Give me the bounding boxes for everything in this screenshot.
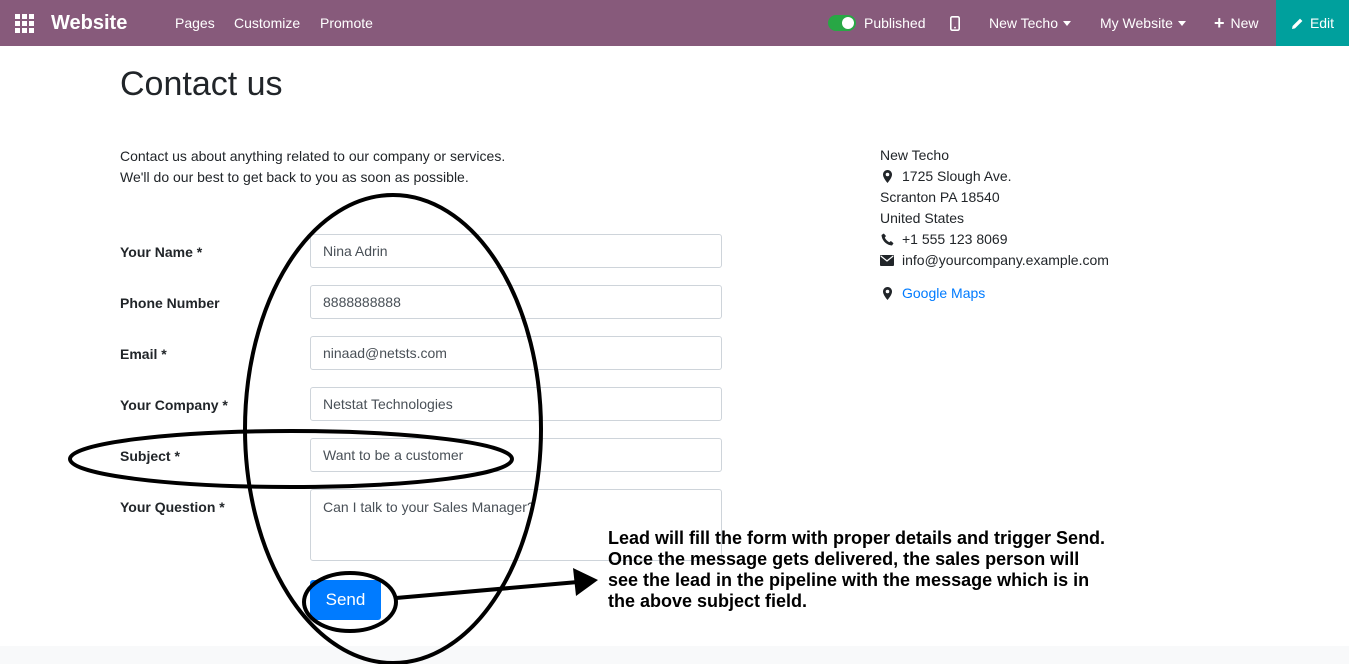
- app-brand[interactable]: Website: [51, 0, 127, 46]
- annotation-arrow-line: [395, 580, 579, 600]
- menu-customize[interactable]: Customize: [234, 0, 300, 46]
- company-switcher[interactable]: New Techo: [989, 0, 1072, 46]
- email-field[interactable]: ninaad@netsts.com: [310, 336, 722, 370]
- annotation-arrowhead: [573, 568, 598, 596]
- subject-label: Subject *: [120, 448, 180, 464]
- intro-line-2: We'll do our best to get back to you as …: [120, 169, 469, 185]
- intro-line-1: Contact us about anything related to our…: [120, 148, 506, 164]
- website-switcher-label: My Website: [1100, 15, 1173, 31]
- company-switcher-label: New Techo: [989, 15, 1059, 31]
- caret-down-icon: [1177, 20, 1186, 26]
- website-navbar: Website Pages Customize Promote Publishe…: [0, 0, 1349, 46]
- subject-field[interactable]: Want to be a customer: [310, 438, 722, 472]
- intro-text: Contact us about anything related to our…: [120, 146, 505, 188]
- footer-strip: [0, 646, 1349, 664]
- toggle-switch-icon[interactable]: [828, 15, 856, 31]
- envelope-icon: [880, 255, 894, 266]
- map-marker-icon: [880, 287, 894, 300]
- name-label: Your Name *: [120, 244, 203, 260]
- website-switcher[interactable]: My Website: [1100, 0, 1186, 46]
- caret-down-icon: [1063, 20, 1072, 26]
- company-field[interactable]: Netstat Technologies: [310, 387, 722, 421]
- annotation-text: Lead will fill the form with proper deta…: [608, 528, 1106, 611]
- mobile-preview-icon[interactable]: [950, 0, 960, 46]
- published-label: Published: [864, 15, 926, 31]
- country-line: United States: [880, 210, 965, 226]
- plus-icon: +: [1214, 13, 1225, 33]
- company-name: New Techo: [880, 147, 950, 163]
- street-address: 1725 Slough Ave.: [902, 168, 1012, 184]
- edit-button[interactable]: Edit: [1276, 0, 1349, 46]
- apps-menu-icon[interactable]: [15, 0, 35, 46]
- city-line: Scranton PA 18540: [880, 189, 1000, 205]
- menu-promote[interactable]: Promote: [320, 0, 373, 46]
- phone-icon: [880, 233, 894, 246]
- phone-number: +1 555 123 8069: [902, 231, 1008, 247]
- phone-label: Phone Number: [120, 295, 220, 311]
- google-maps-link[interactable]: Google Maps: [902, 283, 985, 304]
- name-field[interactable]: Nina Adrin: [310, 234, 722, 268]
- phone-field[interactable]: 8888888888: [310, 285, 722, 319]
- email-address: info@yourcompany.example.com: [902, 252, 1109, 268]
- pencil-icon: [1291, 18, 1303, 29]
- new-label: New: [1230, 15, 1259, 31]
- map-marker-icon: [880, 170, 894, 183]
- contact-info: New Techo 1725 Slough Ave. Scranton PA 1…: [880, 145, 1109, 304]
- send-button[interactable]: Send: [310, 580, 381, 620]
- page-title: Contact us: [120, 65, 283, 103]
- published-toggle[interactable]: Published: [828, 0, 926, 46]
- email-label: Email *: [120, 346, 167, 362]
- question-label: Your Question *: [120, 499, 225, 515]
- company-label: Your Company *: [120, 397, 228, 413]
- edit-label: Edit: [1309, 15, 1335, 31]
- new-button[interactable]: + New: [1214, 0, 1259, 46]
- menu-pages[interactable]: Pages: [175, 0, 215, 46]
